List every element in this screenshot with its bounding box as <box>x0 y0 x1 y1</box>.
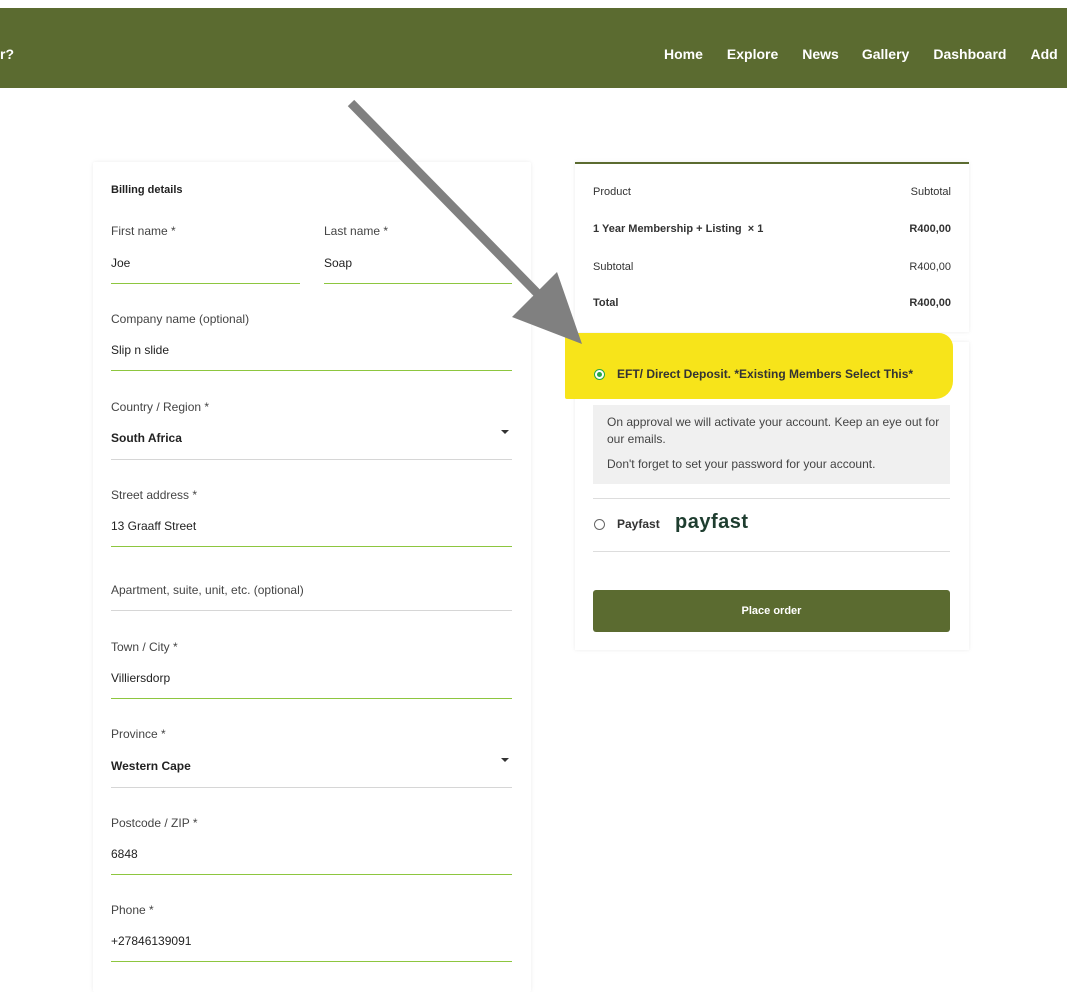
country-underline <box>111 459 512 460</box>
apartment-field[interactable]: Apartment, suite, unit, etc. (optional) <box>111 583 304 597</box>
total-label: Total <box>593 297 619 309</box>
payfast-logo: payfast <box>675 511 749 533</box>
divider <box>593 498 950 499</box>
item-price: R400,00 <box>909 223 951 235</box>
order-review-table: Product Subtotal 1 Year Membership + Lis… <box>575 162 969 332</box>
order-item-row: 1 Year Membership + Listing × 1 R400,00 <box>593 223 951 237</box>
first-name-field[interactable]: Joe <box>111 256 130 270</box>
last-name-underline <box>324 283 512 284</box>
phone-field[interactable]: +27846139091 <box>111 934 191 948</box>
street-label: Street address * <box>111 488 198 502</box>
postcode-label: Postcode / ZIP * <box>111 816 198 830</box>
postcode-underline <box>111 874 512 875</box>
divider <box>593 551 950 552</box>
country-label: Country / Region * <box>111 400 210 414</box>
last-name-label: Last name * <box>324 224 389 238</box>
province-label: Province * <box>111 727 166 741</box>
city-label: Town / City * <box>111 640 178 654</box>
product-header: Product <box>593 186 631 198</box>
site-title[interactable]: r? <box>0 46 14 62</box>
province-select[interactable]: Western Cape <box>111 759 191 773</box>
eft-radio[interactable] <box>594 369 605 380</box>
item-name: 1 Year Membership + Listing <box>593 223 742 235</box>
street-field[interactable]: 13 Graaff Street <box>111 519 196 533</box>
city-field[interactable]: Villiersdorp <box>111 671 170 685</box>
company-field[interactable]: Slip n slide <box>111 343 169 357</box>
phone-underline <box>111 961 512 962</box>
street-underline <box>111 546 512 547</box>
eft-desc-line-1: On approval we will activate your accoun… <box>607 415 940 446</box>
subtotal-value: R400,00 <box>909 261 951 273</box>
total-row: Total R400,00 <box>593 297 951 311</box>
phone-label: Phone * <box>111 903 154 917</box>
subtotal-label: Subtotal <box>593 261 634 273</box>
total-value: R400,00 <box>909 297 951 309</box>
eft-description: On approval we will activate your accoun… <box>593 405 950 484</box>
main-nav: Home Explore News Gallery Dashboard Add <box>664 46 1067 62</box>
highlight-annotation <box>565 333 953 399</box>
payfast-label[interactable]: Payfast <box>617 517 660 531</box>
order-header-row: Product Subtotal <box>593 186 951 200</box>
company-underline <box>111 370 512 371</box>
item-qty: × 1 <box>747 223 764 235</box>
site-header: r? Home Explore News Gallery Dashboard A… <box>0 8 1067 88</box>
first-name-label: First name * <box>111 224 176 238</box>
chevron-down-icon[interactable] <box>501 430 509 434</box>
place-order-button[interactable]: Place order <box>593 590 950 632</box>
nav-explore[interactable]: Explore <box>727 46 778 62</box>
payfast-radio[interactable] <box>594 519 605 530</box>
eft-label[interactable]: EFT/ Direct Deposit. *Existing Members S… <box>617 367 913 381</box>
nav-news[interactable]: News <box>802 46 839 62</box>
country-select[interactable]: South Africa <box>111 431 182 445</box>
nav-dashboard[interactable]: Dashboard <box>933 46 1006 62</box>
nav-gallery[interactable]: Gallery <box>862 46 909 62</box>
company-label: Company name (optional) <box>111 312 250 326</box>
postcode-field[interactable]: 6848 <box>111 847 138 861</box>
first-name-underline <box>111 283 300 284</box>
billing-details-panel: Billing details First name * Joe Last na… <box>93 162 531 992</box>
eft-desc-line-2: Don't forget to set your password for yo… <box>607 457 876 471</box>
last-name-field[interactable]: Soap <box>324 256 352 270</box>
subtotal-row: Subtotal R400,00 <box>593 261 951 275</box>
city-underline <box>111 698 512 699</box>
billing-title: Billing details <box>111 184 183 196</box>
apartment-underline <box>111 610 512 611</box>
province-underline <box>111 787 512 788</box>
nav-home[interactable]: Home <box>664 46 703 62</box>
subtotal-header: Subtotal <box>910 186 951 198</box>
nav-add[interactable]: Add <box>1030 46 1057 62</box>
chevron-down-icon[interactable] <box>501 758 509 762</box>
